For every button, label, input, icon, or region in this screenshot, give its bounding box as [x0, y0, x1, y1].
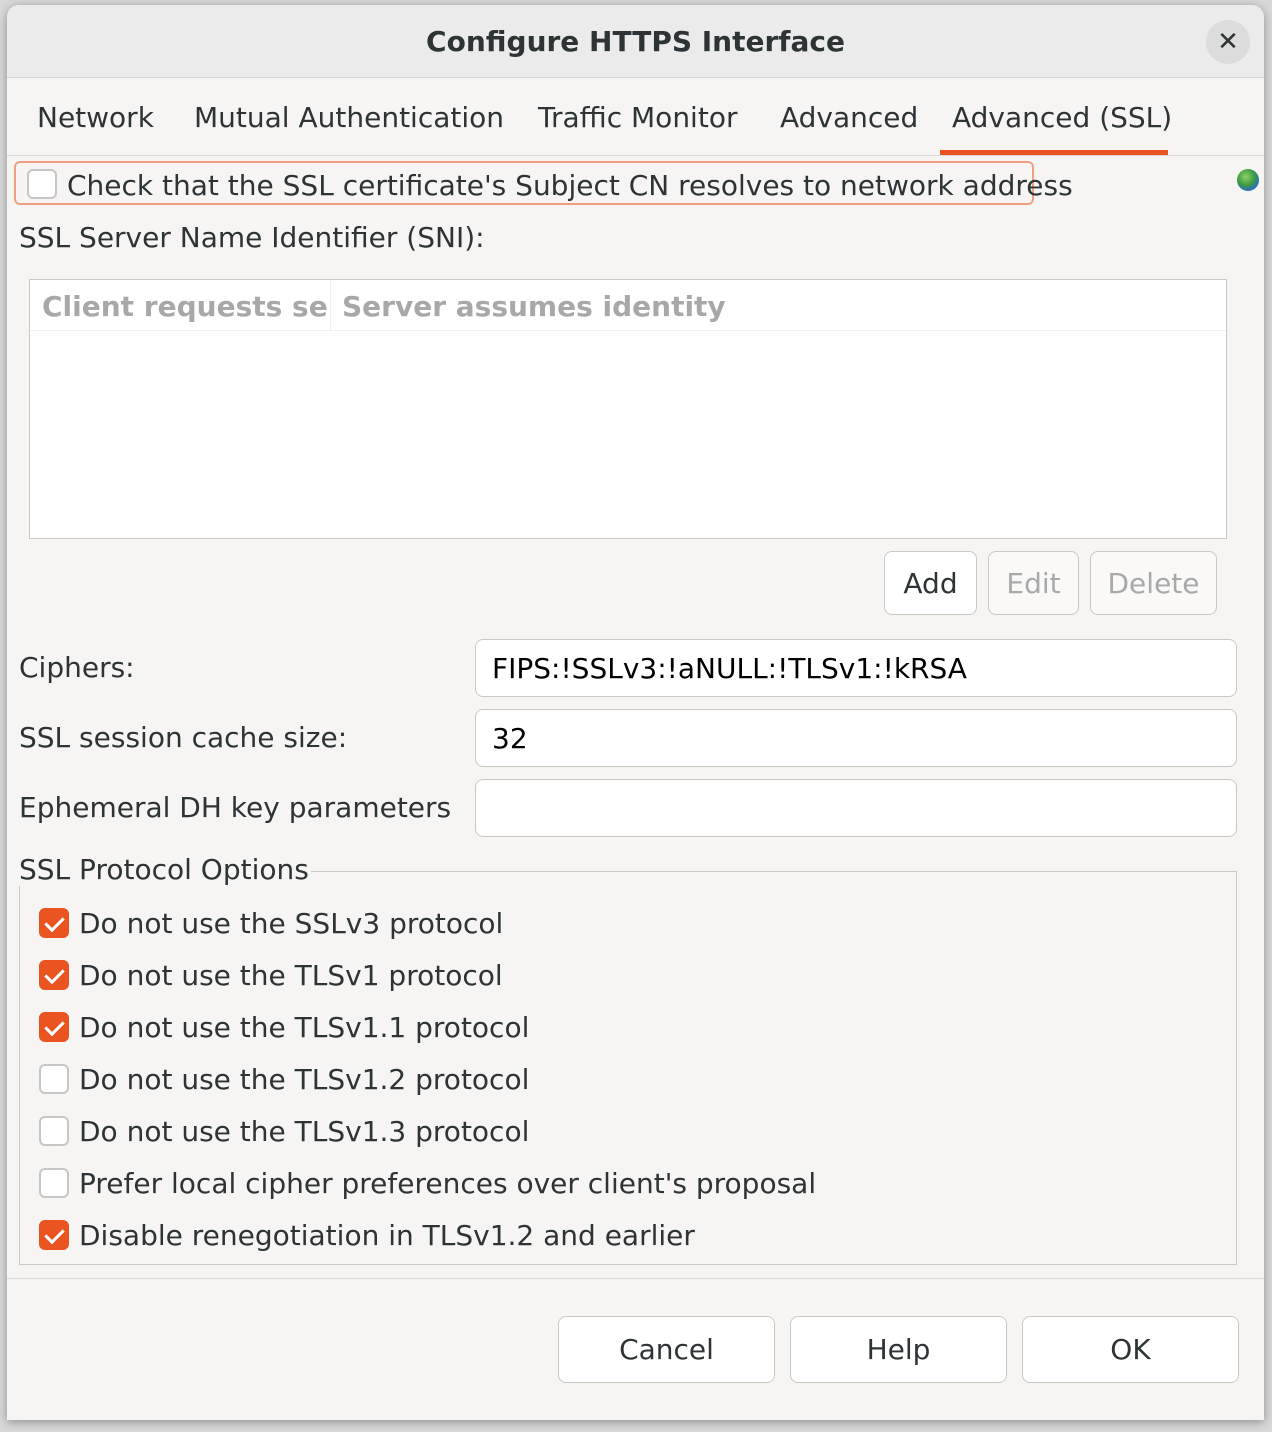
tab-traffic-monitor[interactable]: Traffic Monitor: [538, 101, 737, 134]
cn-resolve-checkbox[interactable]: [27, 169, 57, 199]
ssl-protocol-options-legend: SSL Protocol Options: [19, 853, 311, 886]
no-tlsv1-1-label[interactable]: Do not use the TLSv1.1 protocol: [79, 1011, 529, 1044]
close-icon: ✕: [1217, 27, 1239, 57]
edit-button[interactable]: Edit: [988, 551, 1079, 615]
footer-divider: [7, 1278, 1264, 1279]
column-separator: [330, 280, 331, 330]
prefer-local-ciphers-label[interactable]: Prefer local cipher preferences over cli…: [79, 1167, 816, 1200]
sni-label: SSL Server Name Identifier (SNI):: [19, 221, 485, 254]
no-tlsv1-checkbox[interactable]: [39, 960, 69, 990]
delete-button[interactable]: Delete: [1090, 551, 1217, 615]
tab-network[interactable]: Network: [37, 101, 154, 134]
ciphers-input[interactable]: FIPS:!SSLv3:!aNULL:!TLSv1:!kRSA: [475, 639, 1237, 697]
no-tlsv1-2-label[interactable]: Do not use the TLSv1.2 protocol: [79, 1063, 529, 1096]
title-bar: Configure HTTPS Interface ✕: [7, 5, 1264, 78]
tabs-divider: [7, 155, 1264, 156]
disable-renegotiation-label[interactable]: Disable renegotiation in TLSv1.2 and ear…: [79, 1219, 695, 1252]
sni-column-server-assumes[interactable]: Server assumes identity: [342, 290, 726, 323]
no-sslv3-label[interactable]: Do not use the SSLv3 protocol: [79, 907, 503, 940]
close-button[interactable]: ✕: [1206, 20, 1250, 64]
sni-column-client-requests[interactable]: Client requests serv: [42, 290, 327, 323]
dh-params-label: Ephemeral DH key parameters: [19, 791, 452, 824]
no-tlsv1-1-checkbox[interactable]: [39, 1012, 69, 1042]
tab-advanced[interactable]: Advanced: [780, 101, 918, 134]
disable-renegotiation-checkbox[interactable]: [39, 1220, 69, 1250]
cn-resolve-label[interactable]: Check that the SSL certificate's Subject…: [67, 169, 1073, 202]
dialog-title: Configure HTTPS Interface: [426, 25, 845, 58]
tab-bar: Network Mutual Authentication Traffic Mo…: [7, 78, 1264, 158]
dh-params-input[interactable]: [475, 779, 1237, 837]
prefer-local-ciphers-checkbox[interactable]: [39, 1168, 69, 1198]
add-button[interactable]: Add: [884, 551, 977, 615]
cache-size-input[interactable]: 32: [475, 709, 1237, 767]
cancel-button[interactable]: Cancel: [558, 1316, 775, 1383]
no-tlsv1-3-label[interactable]: Do not use the TLSv1.3 protocol: [79, 1115, 529, 1148]
no-sslv3-checkbox[interactable]: [39, 908, 69, 938]
table-header-divider: [30, 330, 1226, 331]
no-tlsv1-3-checkbox[interactable]: [39, 1116, 69, 1146]
ok-button[interactable]: OK: [1022, 1316, 1239, 1383]
no-tlsv1-2-checkbox[interactable]: [39, 1064, 69, 1094]
globe-icon: [1237, 169, 1259, 191]
tab-mutual-authentication[interactable]: Mutual Authentication: [194, 101, 504, 134]
sni-table[interactable]: Client requests serv Server assumes iden…: [29, 279, 1227, 539]
ciphers-label: Ciphers:: [19, 651, 135, 684]
cache-size-label: SSL session cache size:: [19, 721, 348, 754]
configure-https-dialog: Configure HTTPS Interface ✕ Network Mutu…: [7, 5, 1264, 1420]
no-tlsv1-label[interactable]: Do not use the TLSv1 protocol: [79, 959, 503, 992]
help-button[interactable]: Help: [790, 1316, 1007, 1383]
tab-advanced-ssl[interactable]: Advanced (SSL): [952, 101, 1172, 134]
